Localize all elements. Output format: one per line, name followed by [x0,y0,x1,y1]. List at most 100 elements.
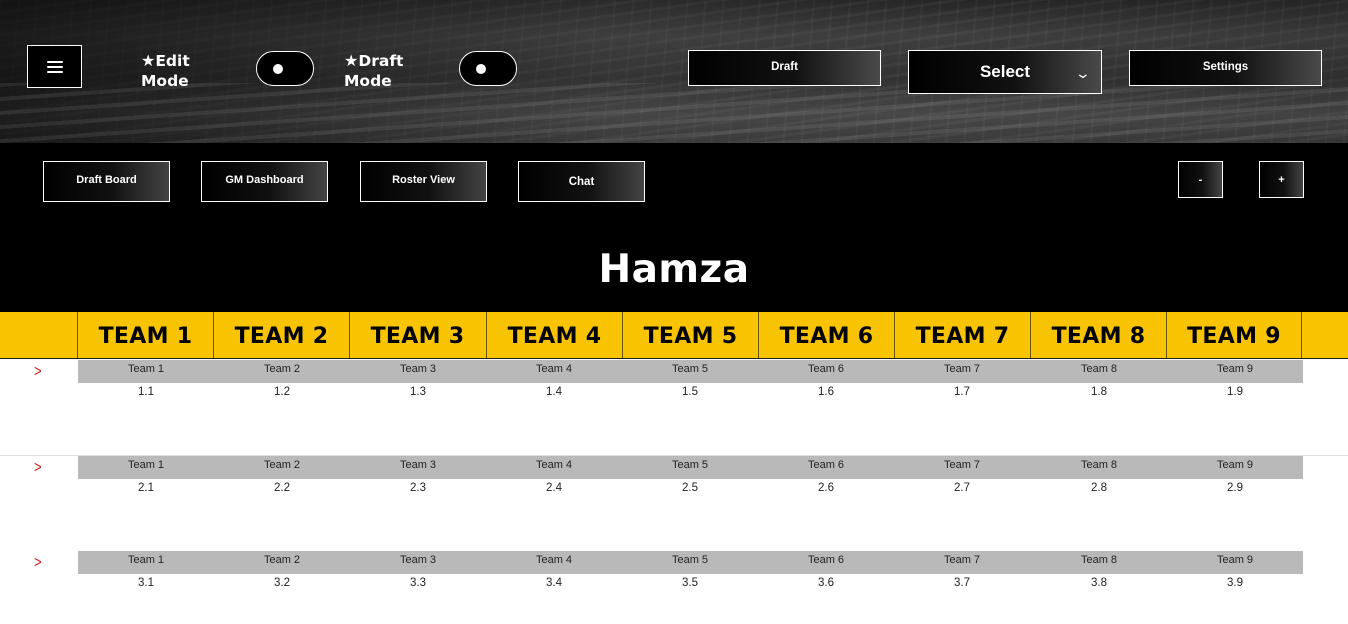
pick-number: 1.4 [546,386,562,398]
pick-team-name: Team 6 [807,363,845,375]
hamburger-menu-button[interactable] [27,45,82,88]
pick-number: 2.5 [682,482,698,494]
team-header[interactable]: TEAM 9 [1166,312,1302,358]
team-header[interactable]: TEAM 4 [486,312,622,358]
pick-number: 2.4 [546,482,562,494]
pick-number: 1.6 [818,386,834,398]
pick-number: 2.2 [274,482,290,494]
pick-cell[interactable]: Team 3 1.3 [350,360,486,420]
pick-cell[interactable]: Team 2 3.2 [214,551,350,611]
draft-button[interactable]: Draft [688,50,881,86]
pick-cell[interactable]: Team 5 2.5 [622,456,758,516]
pick-number: 1.9 [1227,386,1243,398]
team-header[interactable]: TEAM 2 [213,312,349,358]
pick-number: 1.3 [410,386,426,398]
pick-cell[interactable]: Team 5 1.5 [622,360,758,420]
draft-board-button[interactable]: Draft Board [43,161,170,202]
pick-team-name: Team 2 [263,459,301,471]
chevron-right-icon[interactable]: > [34,457,42,477]
pick-team-name: Team 8 [1080,554,1118,566]
toggle-knob [476,64,486,74]
pick-cell[interactable]: Team 6 1.6 [758,360,894,420]
nav-band: Draft Board GM Dashboard Roster View Cha… [0,143,1348,312]
pick-number: 3.8 [1091,577,1107,589]
pick-team-name: Team 1 [127,459,165,471]
pick-team-name: Team 9 [1216,554,1254,566]
pick-cell[interactable]: Team 8 3.8 [1031,551,1167,611]
pick-cell[interactable]: Team 6 2.6 [758,456,894,516]
pick-team-name: Team 7 [943,459,981,471]
team-header[interactable]: TEAM 7 [894,312,1030,358]
pick-cell[interactable]: Team 7 3.7 [894,551,1030,611]
team-header[interactable]: TEAM 3 [349,312,485,358]
pick-team-name: Team 3 [399,363,437,375]
chevron-down-icon: ⌄ [1074,65,1092,81]
pick-number: 3.1 [138,577,154,589]
pick-number: 2.8 [1091,482,1107,494]
pick-number: 1.2 [274,386,290,398]
team-header[interactable]: TEAM 1 [77,312,213,358]
pick-team-name: Team 1 [127,554,165,566]
draft-mode-toggle[interactable] [459,51,517,86]
pick-team-name: Team 8 [1080,459,1118,471]
team-header[interactable]: TEAM 5 [622,312,758,358]
pick-team-name: Team 3 [399,554,437,566]
draft-mode-label: ★Draft Mode [344,51,404,90]
pick-cell[interactable]: Team 9 2.9 [1167,456,1303,516]
menu-icon [46,60,63,73]
pick-cell[interactable]: Team 1 3.1 [78,551,214,611]
chat-button[interactable]: Chat [518,161,645,202]
zoom-in-button[interactable]: + [1259,161,1304,198]
pick-cell[interactable]: Team 3 3.3 [350,551,486,611]
pick-cell[interactable]: Team 2 1.2 [214,360,350,420]
pick-team-name: Team 4 [535,363,573,375]
chevron-right-icon[interactable]: > [34,361,42,381]
team-header-row: TEAM 1 TEAM 2 TEAM 3 TEAM 4 TEAM 5 TEAM … [0,312,1348,359]
team-header[interactable]: TEAM 6 [758,312,894,358]
pick-cell[interactable]: Team 9 1.9 [1167,360,1303,420]
toggle-knob [273,64,283,74]
team-header[interactable]: TEAM 8 [1030,312,1166,358]
pick-cell[interactable]: Team 4 1.4 [486,360,622,420]
pick-cell[interactable]: Team 6 3.6 [758,551,894,611]
draft-round-row: > Team 1 1.1 Team 2 1.2 Team 3 1.3 Team 4 1.… [0,360,1348,456]
pick-cell[interactable]: Team 9 3.9 [1167,551,1303,611]
pick-team-name: Team 7 [943,554,981,566]
pick-number: 2.9 [1227,482,1243,494]
pick-number: 3.3 [410,577,426,589]
pick-team-name: Team 3 [399,459,437,471]
pick-cell[interactable]: Team 4 2.4 [486,456,622,516]
zoom-out-button[interactable]: - [1178,161,1223,198]
gm-dashboard-button[interactable]: GM Dashboard [201,161,328,202]
pick-cell[interactable]: Team 4 3.4 [486,551,622,611]
pick-team-name: Team 5 [671,363,709,375]
pick-cell[interactable]: Team 3 2.3 [350,456,486,516]
select-label: Select [979,62,1031,81]
select-dropdown[interactable]: Select ⌄ [908,50,1102,94]
pick-team-name: Team 2 [263,363,301,375]
pick-team-name: Team 4 [535,459,573,471]
pick-number: 1.5 [682,386,698,398]
pick-team-name: Team 5 [671,554,709,566]
pick-cell[interactable]: Team 5 3.5 [622,551,758,611]
edit-mode-toggle[interactable] [256,51,314,86]
pick-team-name: Team 2 [263,554,301,566]
pick-cell[interactable]: Team 2 2.2 [214,456,350,516]
edit-mode-label: ★Edit Mode [141,51,190,90]
chevron-right-icon[interactable]: > [34,552,42,572]
pick-cell[interactable]: Team 1 1.1 [78,360,214,420]
roster-view-button[interactable]: Roster View [360,161,487,202]
pick-number: 2.6 [818,482,834,494]
pick-number: 3.4 [546,577,562,589]
settings-button[interactable]: Settings [1129,50,1322,86]
board-title: Hamza [598,247,750,292]
pick-cell[interactable]: Team 7 1.7 [894,360,1030,420]
pick-team-name: Team 9 [1216,363,1254,375]
pick-number: 2.3 [410,482,426,494]
pick-cell[interactable]: Team 7 2.7 [894,456,1030,516]
pick-team-name: Team 5 [671,459,709,471]
pick-team-name: Team 8 [1080,363,1118,375]
pick-cell[interactable]: Team 1 2.1 [78,456,214,516]
pick-cell[interactable]: Team 8 2.8 [1031,456,1167,516]
pick-cell[interactable]: Team 8 1.8 [1031,360,1167,420]
